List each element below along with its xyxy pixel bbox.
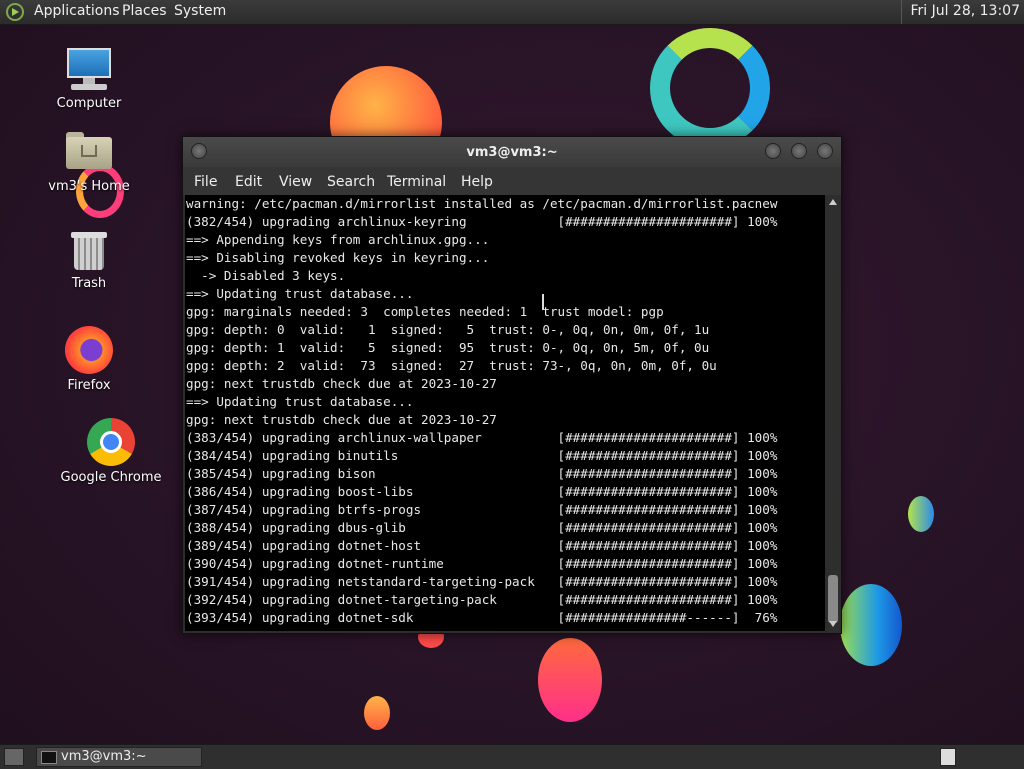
terminal-line: ==> Disabling revoked keys in keyring... (186, 250, 490, 265)
scroll-up-icon[interactable] (829, 199, 837, 205)
chrome-icon (87, 418, 135, 466)
menu-file[interactable]: File (194, 174, 217, 190)
maximize-button[interactable] (791, 143, 807, 159)
terminal-line: gpg: next trustdb check due at 2023-10-2… (186, 412, 497, 427)
terminal-line: ==> Updating trust database... (186, 394, 414, 409)
scroll-down-icon[interactable] (829, 621, 837, 627)
terminal-line: gpg: marginals needed: 3 completes neede… (186, 304, 664, 319)
wallpaper-blue-oval (908, 496, 934, 532)
wallpaper-green-blue-oval (840, 584, 902, 666)
desktop-icon-label: Google Chrome (60, 470, 162, 485)
computer-icon (65, 46, 113, 92)
mate-logo-icon[interactable] (6, 3, 24, 21)
terminal-line: (388/454) upgrading dbus-glib [#########… (186, 520, 778, 535)
wallpaper-pink-oval (538, 638, 602, 722)
terminal-line: -> Disabled 3 keys. (186, 268, 346, 283)
terminal-line: (383/454) upgrading archlinux-wallpaper … (186, 430, 778, 445)
trash-icon (71, 230, 107, 272)
terminal-line: (390/454) upgrading dotnet-runtime [####… (186, 556, 778, 571)
window-titlebar[interactable]: vm3@vm3:~ (183, 137, 841, 167)
terminal-scrollbar[interactable] (827, 195, 839, 631)
show-desktop-icon[interactable] (4, 748, 24, 766)
terminal-output[interactable]: warning: /etc/pacman.d/mirrorlist instal… (185, 195, 825, 631)
scrollbar-thumb[interactable] (828, 575, 838, 623)
text-cursor-icon (542, 294, 544, 310)
desktop-icon-label: Trash (71, 276, 107, 291)
firefox-icon (65, 326, 113, 374)
terminal-icon (41, 751, 57, 764)
desktop-icon-label: Firefox (67, 378, 111, 393)
applications-menu[interactable]: Applications (34, 3, 120, 19)
desktop-icon-label: Computer (56, 96, 122, 111)
terminal-line: (384/454) upgrading binutils [##########… (186, 448, 778, 463)
wallpaper-small-orange-oval (364, 696, 390, 730)
desktop-icon-home[interactable]: vm3's Home (34, 130, 144, 194)
terminal-line: gpg: depth: 1 valid: 5 signed: 95 trust:… (186, 340, 710, 355)
window-title: vm3@vm3:~ (466, 145, 558, 160)
terminal-line: (392/454) upgrading dotnet-targeting-pac… (186, 592, 778, 607)
top-panel: Applications Places System Fri Jul 28, 1… (0, 0, 1024, 25)
minimize-button[interactable] (765, 143, 781, 159)
terminal-line: (385/454) upgrading bison [#############… (186, 466, 778, 481)
terminal-line: (387/454) upgrading btrfs-progs [#######… (186, 502, 778, 517)
clock[interactable]: Fri Jul 28, 13:07 (901, 0, 1024, 24)
menu-help[interactable]: Help (461, 174, 493, 190)
menu-search[interactable]: Search (327, 174, 375, 190)
desktop-icon-label: vm3's Home (48, 179, 130, 194)
menu-terminal[interactable]: Terminal (387, 174, 446, 190)
bottom-panel: vm3@vm3:~ (0, 744, 1024, 769)
terminal-line: (389/454) upgrading dotnet-host [#######… (186, 538, 778, 553)
desktop-icon-computer[interactable]: Computer (34, 46, 144, 111)
terminal-line: gpg: depth: 2 valid: 73 signed: 27 trust… (186, 358, 717, 373)
menu-edit[interactable]: Edit (235, 174, 262, 190)
desktop-icon-chrome[interactable]: Google Chrome (56, 418, 166, 485)
terminal-line: (382/454) upgrading archlinux-keyring [#… (186, 214, 778, 229)
terminal-line: (393/454) upgrading dotnet-sdk [########… (186, 610, 778, 625)
terminal-line: warning: /etc/pacman.d/mirrorlist instal… (186, 196, 778, 211)
terminal-line: ==> Updating trust database... (186, 286, 414, 301)
desktop-icon-trash[interactable]: Trash (34, 230, 144, 291)
terminal-menubar: File Edit View Search Terminal Help (183, 167, 841, 195)
home-folder-icon (66, 132, 112, 169)
terminal-line: (391/454) upgrading netstandard-targetin… (186, 574, 778, 589)
taskbar-terminal-button[interactable]: vm3@vm3:~ (36, 747, 202, 767)
wallpaper-ring (650, 28, 770, 148)
menu-view[interactable]: View (279, 174, 312, 190)
desktop-icon-firefox[interactable]: Firefox (34, 326, 144, 393)
clock-text: Fri Jul 28, 13:07 (910, 3, 1020, 19)
terminal-line: gpg: next trustdb check due at 2023-10-2… (186, 376, 497, 391)
system-menu[interactable]: System (174, 3, 226, 19)
close-button[interactable] (817, 143, 833, 159)
terminal-line: (386/454) upgrading boost-libs [########… (186, 484, 778, 499)
places-menu[interactable]: Places (122, 3, 167, 19)
terminal-line: gpg: depth: 0 valid: 1 signed: 5 trust: … (186, 322, 710, 337)
workspace-switcher[interactable] (940, 748, 956, 766)
taskbar-window-label: vm3@vm3:~ (61, 749, 147, 764)
terminal-line: ==> Appending keys from archlinux.gpg... (186, 232, 490, 247)
terminal-window[interactable]: vm3@vm3:~ File Edit View Search Terminal… (182, 136, 842, 634)
